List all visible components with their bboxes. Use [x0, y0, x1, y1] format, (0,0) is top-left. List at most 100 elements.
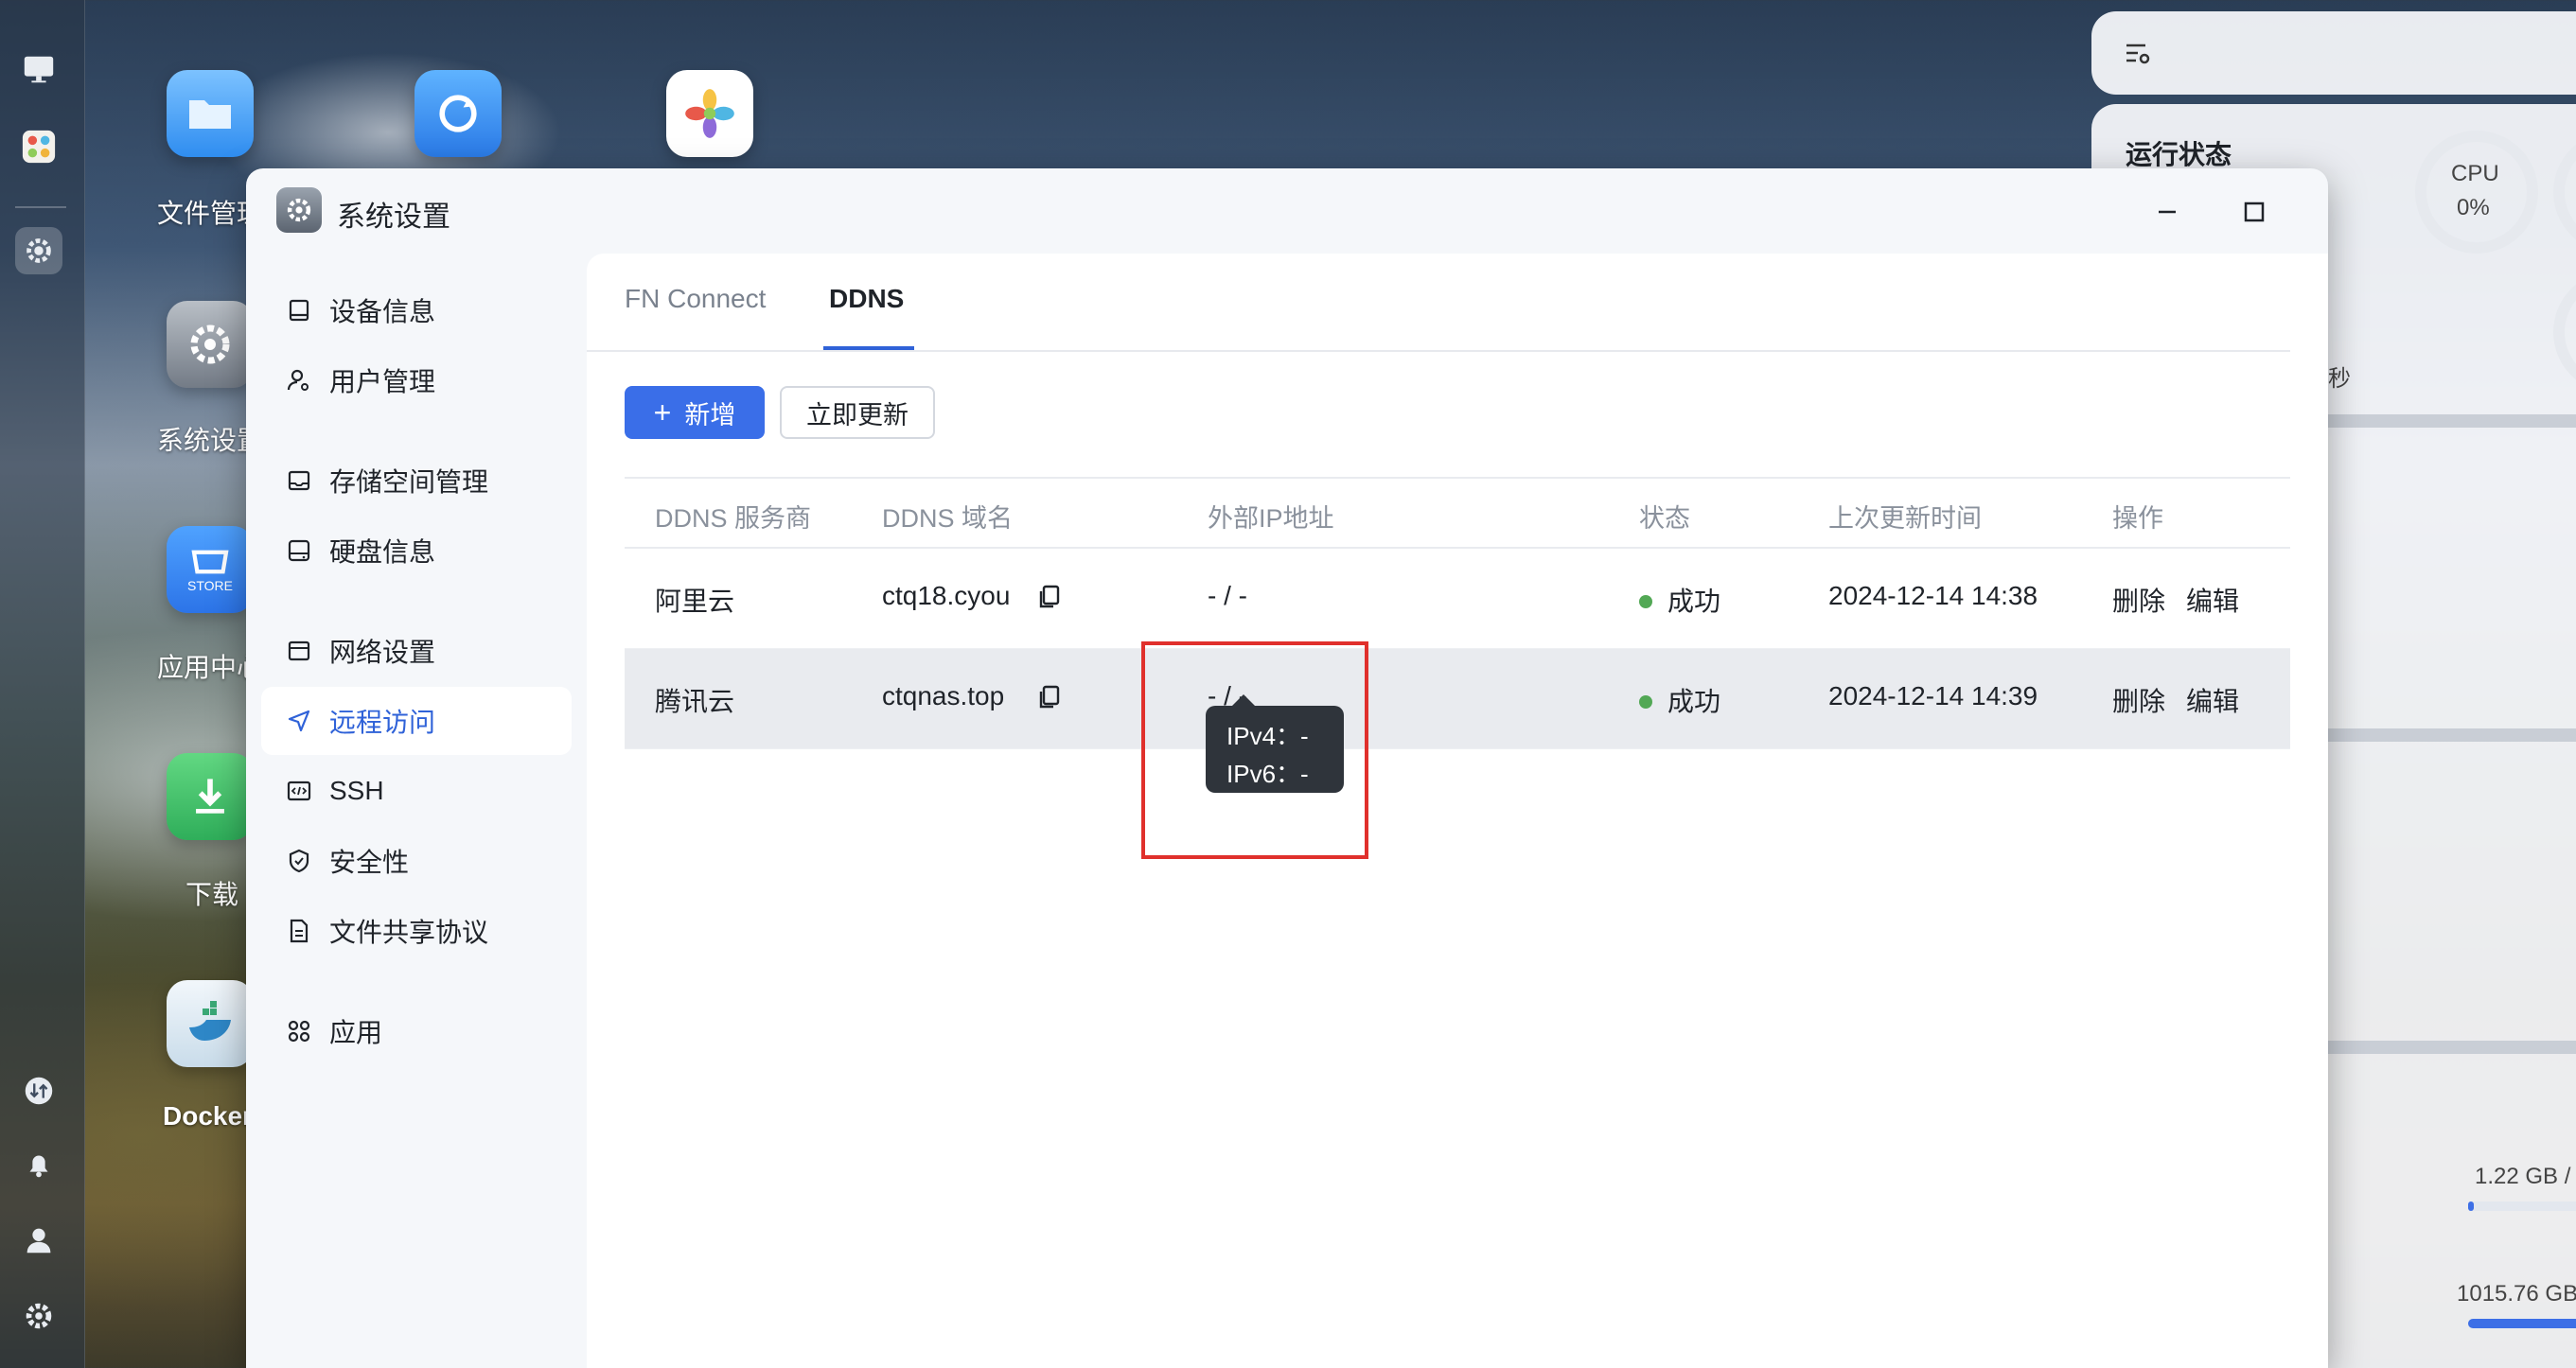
sidebar-item-label: 存储空间管理: [329, 467, 489, 497]
domain-cell: ctq18.cyou: [882, 581, 1011, 610]
store-icon[interactable]: STORE: [167, 526, 254, 613]
external-ip-cell[interactable]: - / -: [1208, 581, 1247, 611]
app-grid-dock-icon[interactable]: [15, 123, 62, 170]
delete-link[interactable]: 删除: [2112, 587, 2165, 616]
transfer-icon[interactable]: [15, 1067, 62, 1114]
sidebar-item-label: 文件共享协议: [329, 918, 489, 947]
plus-icon: +: [653, 395, 672, 430]
status-cell: 成功: [1639, 681, 1720, 719]
edit-link[interactable]: 编辑: [2186, 687, 2239, 716]
sidebar-item-user-management[interactable]: 用户管理: [261, 346, 572, 414]
success-dot-icon: [1639, 694, 1652, 709]
widget-divider-1: [2328, 414, 2576, 428]
user-icon: [287, 369, 309, 391]
table-row[interactable]: 腾讯云 ctqnas.top - / - 成功 2024-12-14 14:39…: [625, 649, 2290, 749]
table-row[interactable]: 阿里云 ctq18.cyou - / - 成功 2024-12-14 14:38…: [625, 549, 2290, 649]
sidebar-item-disk-info[interactable]: 硬盘信息: [261, 517, 572, 585]
settings-app-icon-small: [276, 187, 322, 233]
col-status: 状态: [1639, 504, 1690, 533]
minimize-icon: [2159, 210, 2176, 214]
tab-bar: FN Connect DDNS: [587, 254, 2290, 352]
storage-bar-2-fill: [2468, 1319, 2576, 1328]
user-account-icon[interactable]: [15, 1217, 62, 1264]
settings-sidebar: 设备信息 用户管理 存储空间管理 硬盘信息 网络设置 远程访问 SSH 安全性: [246, 254, 587, 1368]
window-title: 系统设置: [337, 202, 450, 233]
storage-usage-2: 1015.76 GB: [2457, 1281, 2576, 1307]
settings-dock-icon[interactable]: [15, 227, 62, 274]
docker-label[interactable]: Docker: [163, 1101, 253, 1131]
edit-link[interactable]: 编辑: [2186, 587, 2239, 616]
photos-icon[interactable]: [666, 70, 753, 157]
apps-icon: [288, 1020, 310, 1043]
widget-settings-icon[interactable]: [2124, 40, 2152, 68]
annotation-highlight-box: [1141, 641, 1368, 859]
actions-cell: 删除 编辑: [2112, 581, 2260, 619]
status-cell: 成功: [1639, 581, 1720, 619]
maximize-button[interactable]: [2232, 189, 2277, 235]
cpu-label: CPU: [2451, 161, 2499, 186]
tab-fn-connect[interactable]: FN Connect: [625, 284, 766, 314]
window-titlebar[interactable]: 系统设置: [246, 168, 2328, 254]
copy-icon[interactable]: [1035, 583, 1064, 611]
send-icon: [288, 710, 310, 732]
widget-toolbar: [2091, 11, 2576, 95]
sidebar-item-label: 设备信息: [329, 297, 436, 326]
disk-icon: [288, 539, 310, 562]
shield-icon: [289, 849, 309, 873]
sidebar-item-storage[interactable]: 存储空间管理: [261, 447, 572, 515]
sidebar-item-label: 硬盘信息: [329, 537, 436, 567]
maximize-icon: [2244, 202, 2265, 222]
status-text: 成功: [1667, 587, 1721, 616]
folder-icon[interactable]: [167, 70, 254, 157]
sidebar-item-label: 网络设置: [329, 638, 436, 667]
active-tab-indicator: [823, 346, 914, 350]
cpu-gauge: [2415, 131, 2538, 254]
network-icon: [288, 640, 310, 661]
storage-bar-1: [2468, 1201, 2576, 1211]
code-icon: [287, 780, 311, 801]
device-icon: [289, 299, 309, 322]
settings-app-icon[interactable]: [167, 301, 254, 388]
add-button-label: 新增: [684, 400, 736, 430]
network-gauge: [2553, 271, 2576, 394]
settings-gear-icon[interactable]: [15, 1292, 62, 1340]
sync-icon[interactable]: [415, 70, 502, 157]
provider-cell: 腾讯云: [655, 687, 735, 716]
store-badge: STORE: [187, 578, 233, 593]
col-external-ip: 外部IP地址: [1208, 504, 1334, 533]
desktop-dock-icon[interactable]: [15, 45, 62, 93]
sidebar-item-apps[interactable]: 应用: [261, 997, 572, 1065]
document-icon: [290, 919, 309, 943]
table-header: DDNS 服务商 DDNS 域名 外部IP地址 状态 上次更新时间 操作: [625, 477, 2290, 549]
tab-ddns[interactable]: DDNS: [829, 284, 904, 314]
sidebar-item-label: SSH: [329, 776, 384, 805]
widget-divider-3: [2328, 1041, 2576, 1054]
provider-cell: 阿里云: [655, 587, 735, 616]
sidebar-item-file-sharing[interactable]: 文件共享协议: [261, 897, 572, 965]
download-icon[interactable]: [167, 753, 254, 840]
sidebar-item-label: 应用: [329, 1018, 383, 1047]
left-dock: [0, 0, 85, 1368]
col-last-updated: 上次更新时间: [1828, 504, 1982, 533]
sidebar-item-ssh[interactable]: SSH: [261, 757, 572, 825]
updated-cell: 2024-12-14 14:39: [1828, 681, 2038, 710]
delete-link[interactable]: 删除: [2112, 687, 2165, 716]
dock-divider: [15, 206, 66, 208]
copy-icon[interactable]: [1035, 683, 1064, 711]
storage-bar-1-fill: [2468, 1201, 2474, 1211]
sidebar-item-security[interactable]: 安全性: [261, 827, 572, 895]
sidebar-item-remote-access[interactable]: 远程访问: [261, 687, 572, 755]
update-now-button[interactable]: 立即更新: [780, 386, 935, 439]
domain-cell: ctqnas.top: [882, 681, 1005, 710]
add-ddns-button[interactable]: + 新增: [625, 386, 765, 439]
notification-bell-icon[interactable]: [15, 1141, 62, 1188]
docker-icon[interactable]: [167, 980, 254, 1067]
col-domain: DDNS 域名: [882, 504, 1014, 533]
close-button[interactable]: [2319, 189, 2328, 235]
sidebar-item-network[interactable]: 网络设置: [261, 617, 572, 685]
success-dot-icon: [1639, 594, 1652, 608]
minimize-button[interactable]: [2144, 189, 2190, 235]
sidebar-item-label: 用户管理: [329, 367, 436, 396]
download-label[interactable]: 下载: [185, 874, 238, 912]
sidebar-item-device-info[interactable]: 设备信息: [261, 276, 572, 344]
